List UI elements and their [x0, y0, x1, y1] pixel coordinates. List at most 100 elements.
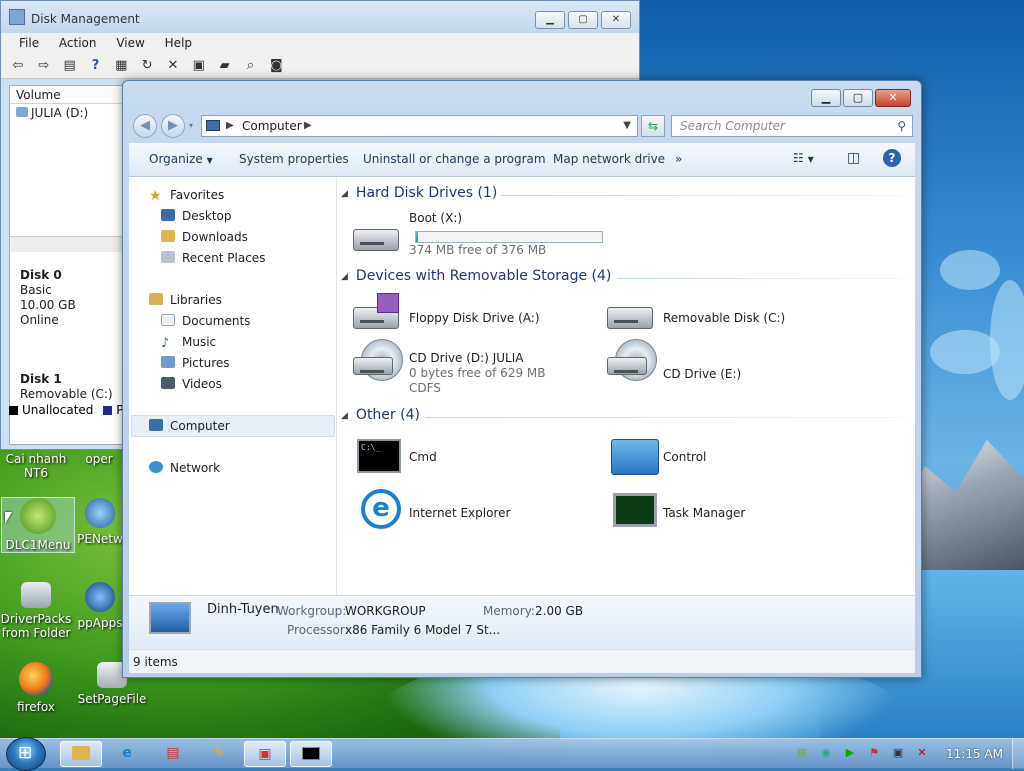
tray-play-icon[interactable]: ▶	[842, 745, 858, 761]
properties-icon[interactable]: ▦	[112, 57, 130, 75]
settings-icon[interactable]: ▣	[190, 57, 208, 75]
maximize-button[interactable]: ▢	[843, 89, 873, 107]
taskbar-cmd-button[interactable]	[290, 741, 332, 767]
drive-cd-d[interactable]: CD Drive (D:) JULIA 0 bytes free of 629 …	[409, 351, 545, 396]
breadcrumb-computer[interactable]: Computer	[242, 116, 302, 136]
menu-file[interactable]: File	[11, 33, 47, 53]
menu-view[interactable]: View	[108, 33, 152, 53]
forward-button[interactable]: ▶	[161, 114, 185, 138]
desktop-icon-dlc1menu[interactable]: DLC1Menu	[1, 497, 75, 553]
cmd-icon[interactable]: C:\_	[357, 439, 401, 473]
disk1-label[interactable]: Disk 1 Removable (C:)	[10, 368, 130, 406]
menu-action[interactable]: Action	[51, 33, 105, 53]
desktop-icon-oper[interactable]: oper	[74, 452, 124, 466]
taskbar-app-button[interactable]: ▤	[152, 741, 194, 767]
close-button[interactable]: ✕	[875, 89, 911, 107]
item-cmd[interactable]: Cmd	[409, 450, 437, 465]
internet-explorer-icon[interactable]: e	[361, 489, 401, 529]
clock[interactable]: 11:15 AM	[946, 747, 1003, 761]
refresh-icon[interactable]: ↻	[138, 57, 156, 75]
item-task-manager[interactable]: Task Manager	[663, 506, 745, 521]
collapse-arrow-icon[interactable]: ◢	[341, 411, 348, 421]
dm-title-bar[interactable]: Disk Management ▁ ▢ ✕	[1, 1, 639, 33]
show-desktop-button[interactable]	[1012, 739, 1024, 769]
nav-videos[interactable]: Videos	[161, 377, 222, 391]
drive-boot[interactable]: Boot (X:)	[409, 211, 462, 226]
nav-pictures[interactable]: Pictures	[161, 356, 230, 370]
drive-floppy[interactable]: Floppy Disk Drive (A:)	[409, 311, 540, 326]
collapse-arrow-icon[interactable]: ◢	[341, 189, 348, 199]
help-icon[interactable]: ?	[86, 57, 104, 75]
disk-icon[interactable]: ◙	[267, 57, 285, 75]
task-manager-icon[interactable]	[613, 493, 657, 527]
item-internet-explorer[interactable]: Internet Explorer	[409, 506, 510, 521]
taskbar-disk-management-button[interactable]: ▣	[244, 741, 286, 767]
address-bar[interactable]: ▶ Computer ▶ ▼	[201, 115, 638, 137]
column-header-volume[interactable]: Volume	[10, 86, 128, 104]
desktop-icon-firefox[interactable]: firefox	[0, 662, 72, 714]
tray-security-icon[interactable]: ⚑	[866, 745, 882, 761]
tray-network-icon[interactable]: ◉	[818, 745, 834, 761]
map-network-drive-button[interactable]: Map network drive	[553, 152, 665, 166]
group-other[interactable]: ◢ Other (4)	[341, 407, 420, 423]
group-removable-storage[interactable]: ◢ Devices with Removable Storage (4)	[341, 268, 611, 284]
horizontal-scrollbar[interactable]	[10, 236, 130, 252]
tray-volume-muted-icon[interactable]: ✕	[914, 745, 930, 761]
tray-app-icon[interactable]: ▦	[794, 745, 810, 761]
console-tree-icon[interactable]: ▤	[61, 57, 79, 75]
menu-help[interactable]: Help	[157, 33, 200, 53]
view-options-icon[interactable]: ☷ ▼	[793, 151, 814, 165]
nav-computer[interactable]: Computer	[149, 419, 230, 433]
back-icon[interactable]: ⇦	[9, 57, 27, 75]
nav-music[interactable]: ♪ Music	[161, 335, 216, 351]
nav-network[interactable]: Network	[149, 461, 220, 475]
disk0-label[interactable]: Disk 0 Basic 10.00 GB Online	[10, 264, 130, 332]
uninstall-program-button[interactable]: Uninstall or change a program	[363, 152, 546, 166]
tray-device-icon[interactable]: ▣	[890, 745, 906, 761]
organize-button[interactable]: Organize ▼	[149, 152, 213, 166]
nav-libraries[interactable]: Libraries	[149, 293, 222, 307]
nav-desktop[interactable]: Desktop	[161, 209, 232, 223]
hard-drive-icon[interactable]	[353, 229, 399, 251]
open-folder-icon[interactable]: ▰	[216, 57, 234, 75]
desktop-icon-penetwork[interactable]: PENetw	[76, 498, 124, 546]
collapse-arrow-icon[interactable]: ◢	[341, 272, 348, 282]
removable-disk-icon[interactable]	[607, 307, 653, 329]
back-button[interactable]: ◀	[133, 114, 157, 138]
more-commands-button[interactable]: »	[675, 152, 682, 166]
refresh-button[interactable]: ⇆	[641, 115, 665, 137]
magnifier-icon[interactable]: ⌕	[241, 57, 259, 75]
item-control[interactable]: Control	[663, 450, 706, 465]
desktop-icon-driverpacks[interactable]: DriverPacks from Folder	[0, 582, 72, 640]
desktop-icon-cai-nhanh[interactable]: Cai nhanh NT6	[0, 452, 72, 480]
drive-removable[interactable]: Removable Disk (C:)	[663, 311, 785, 326]
dm-close-button[interactable]: ✕	[601, 11, 631, 29]
group-hard-disk-drives[interactable]: ◢ Hard Disk Drives (1)	[341, 185, 497, 201]
nav-documents[interactable]: Documents	[161, 314, 250, 328]
system-properties-button[interactable]: System properties	[239, 152, 349, 166]
address-dropdown-icon[interactable]: ▼	[623, 116, 631, 136]
delete-icon[interactable]: ✕	[164, 57, 182, 75]
breadcrumb-arrow-icon[interactable]: ▶	[304, 116, 312, 136]
help-icon[interactable]: ?	[883, 149, 901, 167]
control-panel-icon[interactable]	[611, 439, 659, 475]
search-input[interactable]: Search Computer ⚲	[671, 115, 913, 137]
breadcrumb-arrow-icon[interactable]: ▶	[226, 116, 234, 136]
taskbar-explorer-button[interactable]	[60, 741, 102, 767]
drive-cd-e[interactable]: CD Drive (E:)	[663, 367, 741, 382]
search-icon[interactable]: ⚲	[897, 116, 906, 136]
minimize-button[interactable]: ▁	[811, 89, 841, 107]
dm-maximize-button[interactable]: ▢	[568, 11, 598, 29]
dm-minimize-button[interactable]: ▁	[535, 11, 565, 29]
nav-recent-places[interactable]: Recent Places	[161, 251, 265, 265]
preview-pane-icon[interactable]: ◫	[847, 150, 860, 166]
taskbar-ie-button[interactable]: e	[106, 741, 148, 767]
desktop-icon-ppapps[interactable]: ppApps	[76, 582, 124, 630]
nav-downloads[interactable]: Downloads	[161, 230, 248, 244]
volume-row[interactable]: JULIA (D:)	[10, 104, 128, 122]
taskbar-app-button[interactable]: ✎	[198, 741, 240, 767]
nav-favorites[interactable]: ★ Favorites	[149, 188, 224, 204]
forward-icon[interactable]: ⇨	[35, 57, 53, 75]
recent-pages-icon[interactable]: ▾	[189, 121, 193, 130]
start-button[interactable]	[6, 737, 46, 771]
